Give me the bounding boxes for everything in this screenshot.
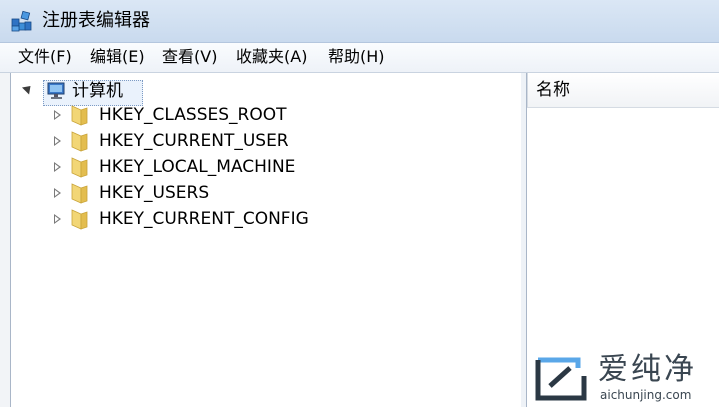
collapsed-triangle-icon[interactable] xyxy=(54,136,61,146)
folder-icon xyxy=(71,131,88,152)
folder-icon xyxy=(71,105,88,126)
tree-item-label[interactable]: HKEY_LOCAL_MACHINE xyxy=(99,156,295,178)
collapsed-triangle-icon[interactable] xyxy=(54,214,61,224)
column-header-label: 名称 xyxy=(536,80,570,100)
watermark-brand: 爱纯净 xyxy=(598,352,697,387)
tree-root-label[interactable]: 计算机 xyxy=(72,80,123,102)
window-title: 注册表编辑器 xyxy=(42,10,150,31)
watermark: 爱纯净 aichunjing.com xyxy=(534,352,719,407)
menu-edit[interactable]: 编辑(E) xyxy=(88,47,147,67)
folder-icon xyxy=(71,183,88,204)
collapsed-triangle-icon[interactable] xyxy=(54,110,61,120)
menu-help[interactable]: 帮助(H) xyxy=(326,47,387,67)
tree-item-hku[interactable]: HKEY_USERS xyxy=(11,181,511,205)
collapsed-triangle-icon[interactable] xyxy=(54,188,61,198)
collapsed-triangle-icon[interactable] xyxy=(54,162,61,172)
tree-item-label[interactable]: HKEY_USERS xyxy=(99,182,209,204)
column-header-name[interactable]: 名称 xyxy=(527,73,719,108)
menu-view[interactable]: 查看(V) xyxy=(160,47,219,67)
tree-item-label[interactable]: HKEY_CLASSES_ROOT xyxy=(99,104,287,126)
left-edge xyxy=(0,73,10,407)
tree-item-hkcr[interactable]: HKEY_CLASSES_ROOT xyxy=(11,103,511,127)
title-bar: 注册表编辑器 xyxy=(0,0,719,43)
tree-pane[interactable]: 计算机 HKEY_CLASSES_ROOT HKEY_CURRENT_USER … xyxy=(10,73,522,407)
registry-editor-icon xyxy=(11,10,32,32)
expand-triangle-icon[interactable] xyxy=(21,82,35,95)
folder-icon xyxy=(71,209,88,230)
menu-file[interactable]: 文件(F) xyxy=(16,47,74,67)
menu-favorites[interactable]: 收藏夹(A) xyxy=(234,47,309,67)
brand-logo-icon xyxy=(535,357,587,401)
menu-bar: 文件(F) 编辑(E) 查看(V) 收藏夹(A) 帮助(H) xyxy=(0,43,719,73)
tree-item-hklm[interactable]: HKEY_LOCAL_MACHINE xyxy=(11,155,511,179)
tree-item-label[interactable]: HKEY_CURRENT_CONFIG xyxy=(99,208,309,230)
tree-item-label[interactable]: HKEY_CURRENT_USER xyxy=(99,130,289,152)
tree-item-hkcc[interactable]: HKEY_CURRENT_CONFIG xyxy=(11,207,511,231)
watermark-url: aichunjing.com xyxy=(600,388,692,402)
computer-icon xyxy=(47,82,65,99)
column-separator xyxy=(527,73,528,107)
tree-item-hkcu[interactable]: HKEY_CURRENT_USER xyxy=(11,129,511,153)
tree-root-row[interactable]: 计算机 xyxy=(11,77,511,106)
folder-icon xyxy=(71,157,88,178)
